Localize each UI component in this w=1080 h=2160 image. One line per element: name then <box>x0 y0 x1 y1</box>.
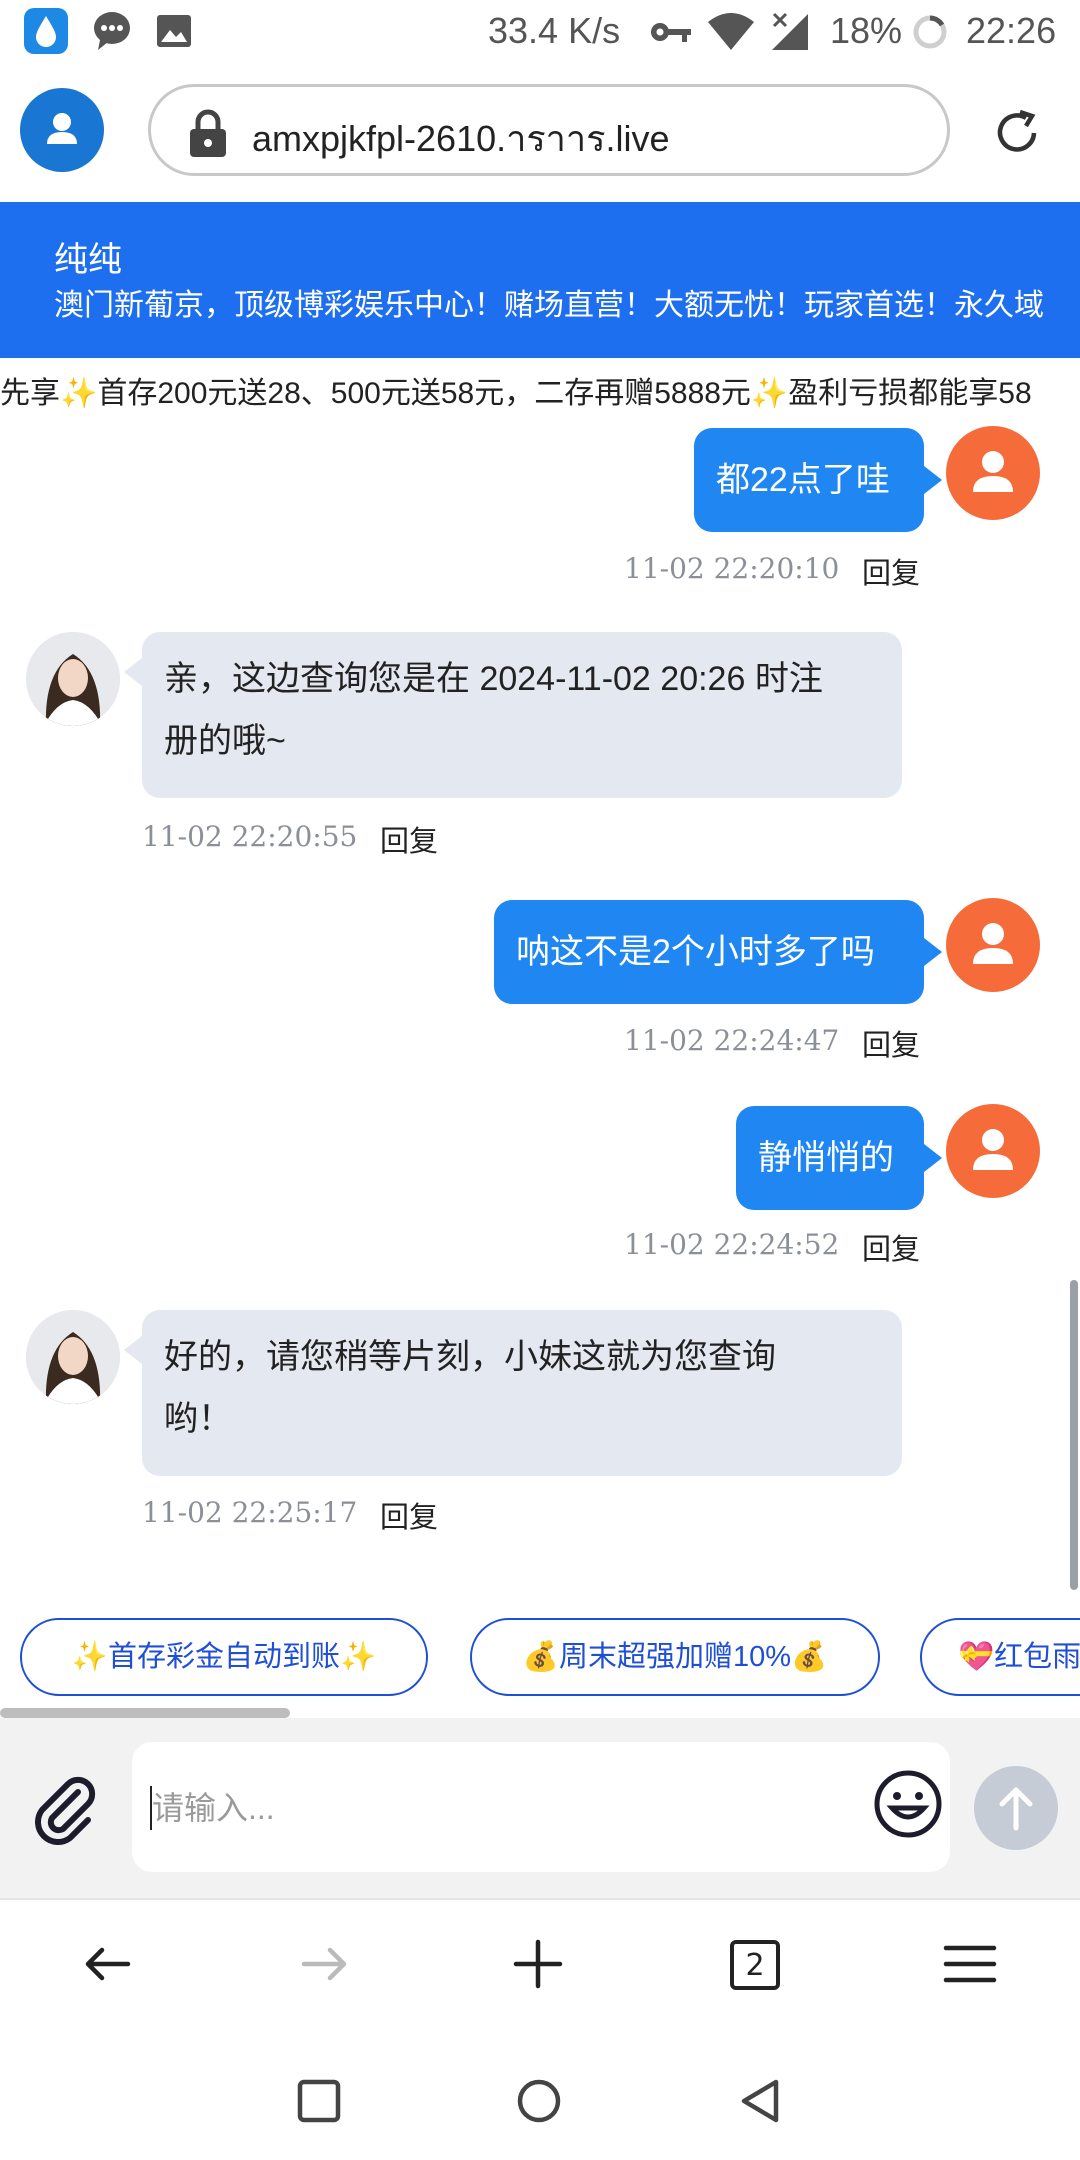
agent-message-bubble: 亲，这边查询您是在 2024-11-02 20:26 时注 册的哦~ <box>142 632 902 798</box>
signal-icon <box>770 10 810 52</box>
menu-icon[interactable] <box>940 1934 1000 1994</box>
image-icon <box>156 14 192 48</box>
message-text-line: 亲，这边查询您是在 2024-11-02 20:26 时注 <box>164 660 823 698</box>
chat-subtitle: 澳门新葡京，顶级博彩娱乐中心！赌场直营！大额无忧！玩家首选！永久域 <box>54 289 1044 322</box>
reload-icon[interactable] <box>990 106 1044 160</box>
message-timestamp: 11-02 22:24:52 <box>624 1228 840 1261</box>
battery-icon <box>912 14 948 50</box>
chat-header: 纯纯 澳门新葡京，顶级博彩娱乐中心！赌场直营！大额无忧！玩家首选！永久域 <box>0 202 1080 358</box>
agent-message-bubble: 好的，请您稍等片刻，小妹这就为您查询 哟！ <box>142 1310 902 1476</box>
bubble-tail <box>924 1144 942 1172</box>
reply-link[interactable]: 回复 <box>380 818 438 860</box>
text-cursor <box>150 1786 152 1830</box>
person-icon <box>973 1129 1013 1170</box>
message-list[interactable]: 都22点了哇 11-02 22:20:10 回复 亲，这边查询您是在 2024-… <box>0 420 1080 1590</box>
agent-photo-icon <box>26 1310 120 1404</box>
message-timestamp: 11-02 22:20:55 <box>142 820 358 853</box>
system-nav-bar <box>0 2034 1080 2160</box>
reply-link[interactable]: 回复 <box>862 550 920 592</box>
key-icon <box>650 18 692 46</box>
my-message-bubble: 都22点了哇 <box>694 428 924 532</box>
my-avatar <box>946 898 1040 992</box>
browser-bottom-nav: 2 <box>0 1898 1080 2036</box>
arrow-up-icon <box>999 1787 1033 1831</box>
quick-reply-chip[interactable]: 💰周末超强加赠10%💰 <box>470 1618 880 1696</box>
new-tab-plus-icon[interactable] <box>508 1934 568 1994</box>
back-arrow-icon[interactable] <box>78 1934 138 1994</box>
wifi-icon <box>706 12 756 52</box>
quick-reply-chip[interactable]: ✨首存彩金自动到账✨ <box>20 1618 428 1696</box>
bubble-tail <box>124 1336 142 1364</box>
person-icon <box>47 113 77 144</box>
announcement-marquee: 先享✨首存200元送28、500元送58元，二存再赠5888元✨盈利亏损都能享5… <box>0 358 1080 421</box>
reply-link[interactable]: 回复 <box>862 1022 920 1064</box>
attachment-icon[interactable] <box>28 1770 104 1846</box>
message-icon <box>92 10 132 52</box>
url-text[interactable]: amxpjkfpl-2610.าราาร.live <box>252 110 669 167</box>
vertical-scrollbar[interactable] <box>1070 1280 1078 1590</box>
person-icon <box>973 923 1013 964</box>
network-speed: 33.4 K/s <box>488 10 621 51</box>
message-timestamp: 11-02 22:24:47 <box>624 1024 840 1057</box>
status-bar: 33.4 K/s 18% 22:26 <box>0 0 1080 66</box>
tab-switcher-button[interactable]: 2 <box>730 1940 780 1990</box>
quick-reply-chip[interactable]: 💝红包雨 <box>920 1618 1080 1696</box>
reply-link[interactable]: 回复 <box>380 1494 438 1536</box>
quick-replies: ✨首存彩金自动到账✨ 💰周末超强加赠10%💰 💝红包雨 <box>0 1590 1080 1708</box>
battery-percent: 18% <box>830 10 903 51</box>
message-text-line: 册的哦~ <box>164 722 286 760</box>
agent-avatar <box>26 632 120 726</box>
agent-photo-icon <box>26 632 120 726</box>
send-button[interactable] <box>974 1766 1058 1850</box>
message-text: 呐这不是2个小时多了吗 <box>516 933 875 971</box>
marquee-text: 先享✨首存200元送28、500元送58元，二存再赠5888元✨盈利亏损都能享5… <box>0 377 1032 410</box>
my-message-bubble: 呐这不是2个小时多了吗 <box>494 900 924 1004</box>
message-text: 静悄悄的 <box>758 1139 894 1177</box>
message-text-line: 哟！ <box>164 1400 232 1438</box>
bubble-tail <box>924 938 942 966</box>
profile-avatar-button[interactable] <box>20 88 104 172</box>
message-timestamp: 11-02 22:25:17 <box>142 1496 358 1529</box>
agent-avatar <box>26 1310 120 1404</box>
bubble-tail <box>924 466 942 494</box>
emoji-icon[interactable] <box>872 1768 944 1840</box>
tab-count: 2 <box>745 1947 765 1983</box>
water-drop-icon <box>24 8 68 54</box>
message-text: 都22点了哇 <box>716 461 890 499</box>
reply-link[interactable]: 回复 <box>862 1226 920 1268</box>
bubble-tail <box>124 658 142 686</box>
lock-icon <box>186 108 230 158</box>
back-triangle-icon[interactable] <box>736 2076 786 2126</box>
message-input[interactable] <box>150 1782 854 1834</box>
recents-square-icon[interactable] <box>294 2076 344 2126</box>
home-circle-icon[interactable] <box>514 2076 564 2126</box>
chat-title: 纯纯 <box>54 241 122 279</box>
message-timestamp: 11-02 22:20:10 <box>624 552 840 585</box>
my-avatar <box>946 426 1040 520</box>
horizontal-scrollbar[interactable] <box>0 1708 290 1718</box>
message-text-line: 好的，请您稍等片刻，小妹这就为您查询 <box>164 1338 776 1376</box>
my-message-bubble: 静悄悄的 <box>736 1106 924 1210</box>
person-icon <box>973 451 1013 492</box>
my-avatar <box>946 1104 1040 1198</box>
forward-arrow-icon[interactable] <box>294 1934 354 1994</box>
clock: 22:26 <box>966 10 1057 51</box>
